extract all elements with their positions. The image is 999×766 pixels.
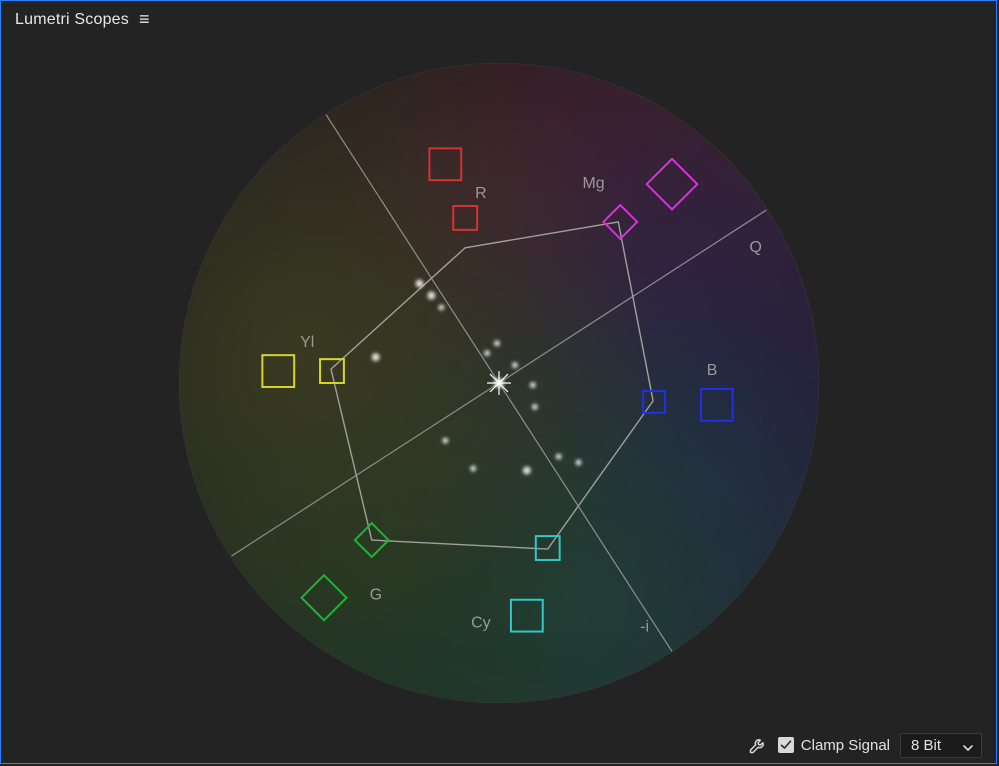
panel-menu-icon[interactable]: ≡ <box>139 10 150 28</box>
bit-depth-value: 8 Bit <box>911 737 941 754</box>
vectorscope-svg: R Mg B Cy G Yl <box>1 39 996 727</box>
label-mg: Mg <box>583 175 605 192</box>
bit-depth-dropdown[interactable]: 8 Bit <box>900 733 982 758</box>
panel-footer: Clamp Signal 8 Bit <box>1 727 996 763</box>
label-cy: Cy <box>471 615 490 632</box>
panel-titlebar: Lumetri Scopes ≡ <box>1 1 996 39</box>
clamp-signal-label: Clamp Signal <box>801 737 890 754</box>
panel-title: Lumetri Scopes <box>15 11 129 29</box>
clamp-signal-toggle[interactable]: Clamp Signal <box>778 737 890 754</box>
label-yl: Yl <box>300 334 314 351</box>
label-q: Q <box>750 239 762 256</box>
clamp-signal-checkbox[interactable] <box>778 737 794 753</box>
lumetri-scopes-panel: Lumetri Scopes ≡ <box>0 0 997 764</box>
vectorscope-display[interactable]: R Mg B Cy G Yl <box>1 39 996 727</box>
label-g: G <box>370 587 382 604</box>
settings-wrench-icon[interactable] <box>748 735 768 755</box>
label-r: R <box>475 185 486 202</box>
label-b: B <box>707 362 718 379</box>
vectorscope-center <box>487 371 511 395</box>
label-minus-i: -i <box>640 619 649 636</box>
chevron-down-icon <box>963 740 973 750</box>
